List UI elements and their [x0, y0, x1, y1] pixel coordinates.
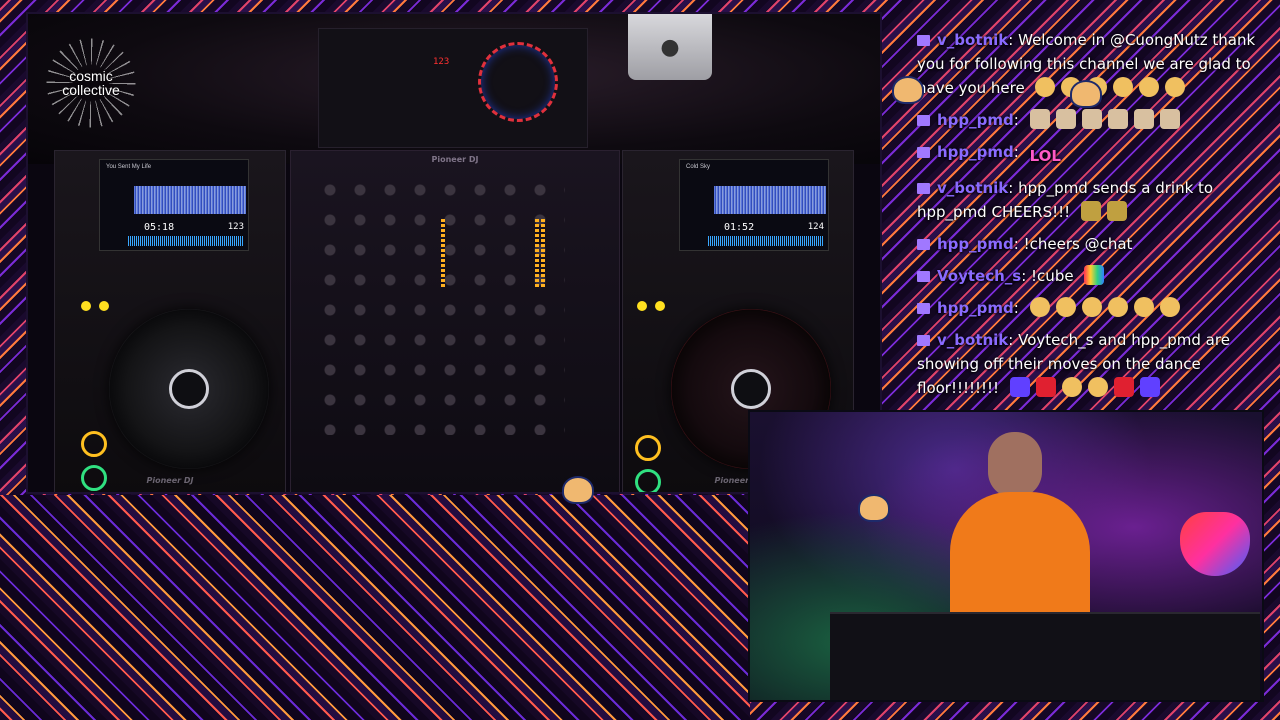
chat-text: !cheers @chat — [1023, 235, 1133, 253]
face-emote-icon — [1107, 109, 1128, 129]
logo-line2: collective — [62, 82, 120, 98]
clap-emote-icon — [1035, 77, 1056, 97]
twitch-badge-icon — [917, 335, 930, 346]
rainbow-heart-icon — [1180, 512, 1250, 576]
cosmic-collective-logo: cosmic collective — [46, 38, 136, 128]
twitch-badge-icon — [917, 239, 930, 250]
clap-emote-icon — [1139, 77, 1160, 97]
dance-emote-icon — [1061, 377, 1082, 397]
chat-message: hpp_pmd: LOL — [885, 140, 1275, 168]
right-waveform — [714, 186, 826, 214]
right-cue-light — [655, 301, 665, 311]
right-jog-center — [731, 369, 771, 409]
dance-emote-icon — [1107, 297, 1128, 317]
rainbow-heart-emote-icon — [1084, 265, 1105, 285]
chat-message: hpp_pmd: !cheers @chat — [885, 232, 1275, 256]
vu-meter — [441, 219, 445, 289]
chat-username: v_botnik — [937, 331, 1009, 349]
right-track-bpm: 124 — [807, 222, 824, 232]
right-player-screen: Cold Sky 01:52 124 — [679, 159, 829, 251]
chat-username: v_botnik — [937, 31, 1009, 49]
right-overview-waveform — [708, 236, 824, 246]
lets-go-emote-icon — [1009, 377, 1030, 397]
left-player-screen: You Sent My Life 05:18 123 — [99, 159, 249, 251]
devil-emote-icon — [1113, 377, 1134, 397]
twitch-badge-icon — [917, 183, 930, 194]
dance-emote-icon — [1029, 297, 1050, 317]
clap-emote-icon — [1113, 77, 1134, 97]
waving-hand-icon — [1070, 80, 1102, 108]
dj-head — [988, 432, 1042, 498]
vu-meter — [535, 219, 539, 289]
face-emote-icon — [1159, 109, 1180, 129]
right-track-time: 01:52 — [724, 222, 755, 233]
left-cue-light — [81, 301, 91, 311]
face-emote-icon — [1133, 109, 1154, 129]
twitch-badge-icon — [917, 147, 930, 158]
left-jog-center — [169, 369, 209, 409]
face-emote-icon — [1029, 109, 1050, 129]
left-track-title: You Sent My Life — [106, 164, 152, 170]
logo-line1: cosmic — [69, 68, 113, 84]
chat-text: !cube — [1031, 267, 1074, 285]
left-track-time: 05:18 — [144, 222, 175, 233]
face-emote-icon — [1081, 109, 1102, 129]
right-cue-light — [637, 301, 647, 311]
twitch-badge-icon — [917, 303, 930, 314]
chat-username: hpp_pmd — [937, 235, 1014, 253]
dance-emote-icon — [1133, 297, 1154, 317]
waving-hand-icon — [892, 76, 924, 104]
chat-message: v_botnik: hpp_pmd sends a drink to hpp_p… — [917, 179, 1214, 221]
chat-username: hpp_pmd — [937, 143, 1014, 161]
dance-emote-icon — [1159, 297, 1180, 317]
left-player-deck: You Sent My Life 05:18 123 Pioneer DJ — [54, 150, 286, 492]
left-overview-waveform — [128, 236, 244, 246]
lol-emote-icon: LOL — [1029, 147, 1061, 165]
left-player-brand: Pioneer DJ — [146, 476, 194, 485]
dance-emote-icon — [1087, 377, 1108, 397]
twitch-badge-icon — [917, 35, 930, 46]
chat-message: v_botnik: Voytech_s and hpp_pmd are show… — [917, 331, 1230, 397]
lets-go-emote-icon — [1139, 377, 1160, 397]
right-cue-button — [635, 435, 661, 461]
background-stripes — [0, 495, 750, 720]
left-cue-button — [81, 431, 107, 457]
chat-username: Voytech_s — [937, 267, 1022, 285]
left-jog-wheel — [109, 309, 269, 469]
fx-jog-ring — [478, 42, 558, 122]
chat-message: Voytech_s: !cube — [885, 264, 1275, 288]
right-track-title: Cold Sky — [686, 164, 711, 170]
beer-emote-icon — [1106, 201, 1127, 221]
dj-mixer: Pioneer DJ — [290, 150, 620, 492]
dance-emote-icon — [1055, 297, 1076, 317]
clap-emote-icon — [1165, 77, 1186, 97]
left-waveform — [134, 186, 246, 214]
webcam-dj-decks — [830, 612, 1260, 700]
twitch-badge-icon — [917, 271, 930, 282]
chat-message: hpp_pmd: — [885, 108, 1275, 132]
dj-webcam — [748, 410, 1264, 702]
waving-hand-icon — [858, 494, 890, 522]
waving-hand-icon — [562, 476, 594, 504]
chat-username: hpp_pmd — [937, 111, 1014, 129]
devil-emote-icon — [1035, 377, 1056, 397]
left-cue-light — [99, 301, 109, 311]
mixer-knobs — [315, 175, 565, 435]
fx-display-readout: 123 — [433, 57, 450, 67]
twitch-badge-icon — [917, 115, 930, 126]
mixer-brand: Pioneer DJ — [431, 155, 479, 164]
chat-username: v_botnik — [937, 179, 1009, 197]
chat-username: hpp_pmd — [937, 299, 1014, 317]
vu-meter — [541, 219, 545, 289]
dance-emote-icon — [1081, 297, 1102, 317]
chat-message: hpp_pmd: — [885, 296, 1275, 320]
left-track-bpm: 123 — [227, 222, 244, 232]
face-emote-icon — [1055, 109, 1076, 129]
apple-logo-icon: ● — [628, 14, 712, 80]
beer-emote-icon — [1080, 201, 1101, 221]
